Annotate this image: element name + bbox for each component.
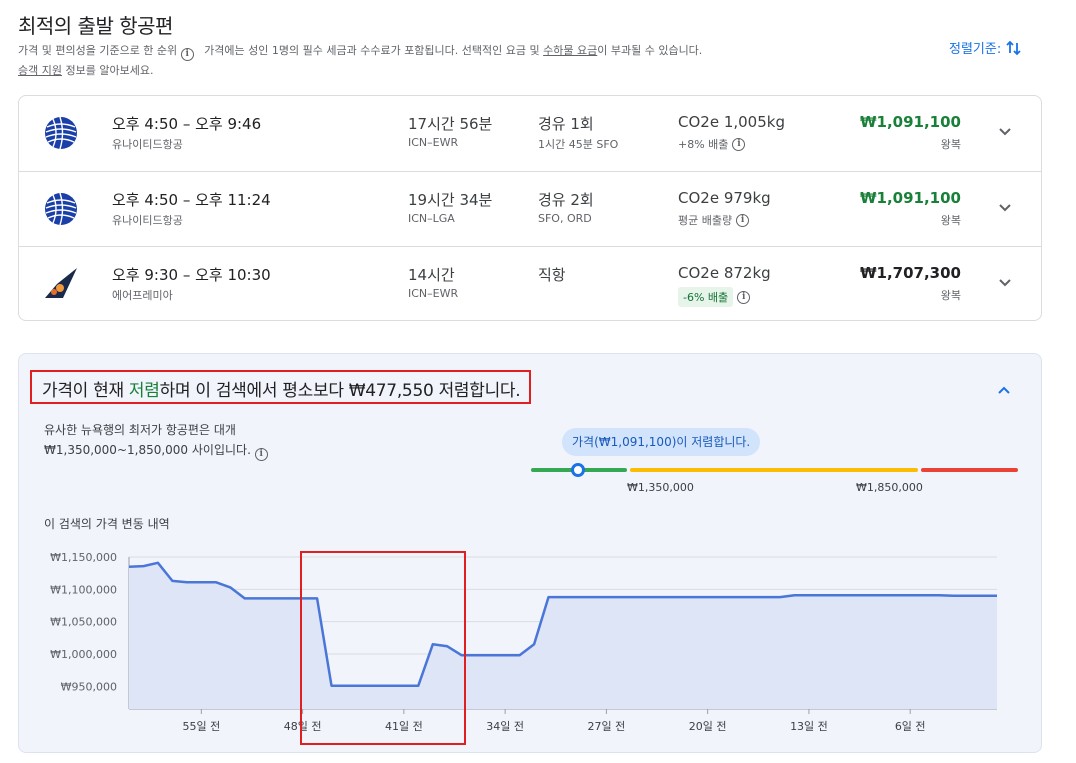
airline-name: 유나이티드항공 (112, 138, 183, 151)
flight-times: 오후 4:50 – 오후 9:46 (112, 115, 262, 133)
stop-detail: 1시간 45분 SFO (538, 138, 619, 151)
trip-type: 왕복 (940, 138, 961, 151)
co2-detail: -6% 배출 i (678, 287, 751, 307)
flight-times: 오후 9:30 – 오후 10:30 (112, 266, 271, 284)
y-tick-label: ₩1,100,000 (50, 583, 117, 596)
passenger-assistance-line: 승객 지원 정보를 알아보세요. (18, 64, 154, 77)
page-title: 최적의 출발 항공편 (18, 14, 173, 38)
x-tick-label: 6일 전 (895, 719, 926, 733)
flight-stops: 경유 2회 (538, 191, 594, 209)
flight-list: 오후 4:50 – 오후 9:46 유나이티드항공 17시간 56분 ICN–E… (18, 95, 1042, 321)
x-tick-label: 27일 전 (588, 719, 626, 733)
y-tick-label: ₩1,050,000 (50, 616, 117, 629)
flight-route: ICN–EWR (408, 287, 459, 300)
range-high-label: ₩1,850,000 (856, 481, 923, 494)
x-tick-label: 13일 전 (790, 719, 828, 733)
info-icon[interactable]: i (180, 48, 194, 61)
co2-detail: +8% 배출 i (678, 136, 746, 152)
x-tick-label: 34일 전 (486, 719, 524, 733)
trip-type: 왕복 (940, 289, 961, 302)
y-tick-label: ₩1,000,000 (50, 648, 117, 661)
price-insight-panel: 가격이 현재 저렴하며 이 검색에서 평소보다 ₩477,550 저렴합니다. … (18, 353, 1042, 753)
united-globe-icon (43, 191, 79, 227)
flight-times: 오후 4:50 – 오후 11:24 (112, 191, 271, 209)
price-history-chart: ₩1,150,000 ₩1,100,000 ₩1,050,000 ₩1,000,000… (50, 551, 997, 733)
price-history-title: 이 검색의 가격 변동 내역 (44, 517, 170, 531)
chevron-down-icon[interactable] (997, 274, 1013, 290)
passenger-assistance-link[interactable]: 승객 지원 (18, 64, 62, 77)
flight-route: ICN–EWR (408, 136, 459, 149)
co2-emissions: CO2e 872kg (678, 264, 771, 282)
y-tick-label: ₩950,000 (61, 680, 117, 693)
info-icon[interactable]: i (736, 213, 750, 227)
x-tick-label: 55일 전 (182, 719, 220, 733)
united-globe-icon (43, 115, 79, 151)
info-icon[interactable]: i (254, 448, 268, 461)
info-icon[interactable]: i (732, 137, 746, 151)
range-bar-typical (630, 468, 918, 472)
highlight-box (300, 551, 466, 745)
air-premia-tail-icon (43, 266, 79, 302)
flight-price: ₩1,707,300 (859, 264, 961, 282)
flight-route: ICN–LGA (408, 212, 455, 225)
current-price-marker (571, 463, 585, 477)
airline-name: 유나이티드항공 (112, 214, 183, 227)
flight-row[interactable]: 오후 4:50 – 오후 9:46 유나이티드항공 17시간 56분 ICN–E… (19, 96, 1041, 171)
flight-duration: 14시간 (408, 266, 455, 284)
flight-duration: 17시간 56분 (408, 115, 493, 133)
stop-detail: SFO, ORD (538, 212, 592, 225)
flight-row[interactable]: 오후 9:30 – 오후 10:30 에어프레미아 14시간 ICN–EWR 직… (19, 246, 1041, 321)
airline-name: 에어프레미아 (112, 289, 173, 302)
sort-arrows-icon (1006, 40, 1021, 55)
price-area-fill (129, 562, 997, 709)
chevron-down-icon[interactable] (997, 199, 1013, 215)
info-icon[interactable]: i (737, 290, 751, 304)
chevron-up-icon[interactable] (995, 382, 1013, 400)
flight-stops: 경유 1회 (538, 115, 594, 133)
price-insight-headline: 가격이 현재 저렴하며 이 검색에서 평소보다 ₩477,550 저렴합니다. (30, 370, 532, 404)
results-subtitle: 가격 및 편의성을 기준으로 한 순위 i 가격에는 성인 1명의 필수 세금과… (18, 44, 703, 61)
trip-type: 왕복 (940, 214, 961, 227)
co2-detail: 평균 배출량 i (678, 212, 750, 228)
chevron-down-icon[interactable] (997, 123, 1013, 139)
current-price-tooltip: 가격(₩1,091,100)이 저렴합니다. (562, 428, 761, 456)
x-tick-label: 20일 전 (689, 719, 727, 733)
range-bar-high (921, 468, 1018, 472)
flight-duration: 19시간 34분 (408, 191, 493, 209)
range-low-label: ₩1,350,000 (627, 481, 694, 494)
flight-price: ₩1,091,100 (859, 113, 961, 131)
sort-button[interactable]: 정렬기준: (949, 38, 1023, 57)
flight-price: ₩1,091,100 (859, 189, 961, 207)
y-tick-label: ₩1,150,000 (50, 551, 117, 564)
typical-range-text: 유사한 뉴욕행의 최저가 항공편은 대개 ₩1,350,000~1,850,00… (44, 420, 268, 461)
co2-emissions: CO2e 1,005kg (678, 113, 785, 131)
emissions-badge: -6% 배출 (678, 287, 734, 307)
co2-emissions: CO2e 979kg (678, 189, 771, 207)
flight-row[interactable]: 오후 4:50 – 오후 11:24 유나이티드항공 19시간 34분 ICN–… (19, 171, 1041, 246)
baggage-fee-link[interactable]: 수하물 요금 (543, 44, 597, 57)
flight-stops: 직항 (538, 266, 566, 284)
